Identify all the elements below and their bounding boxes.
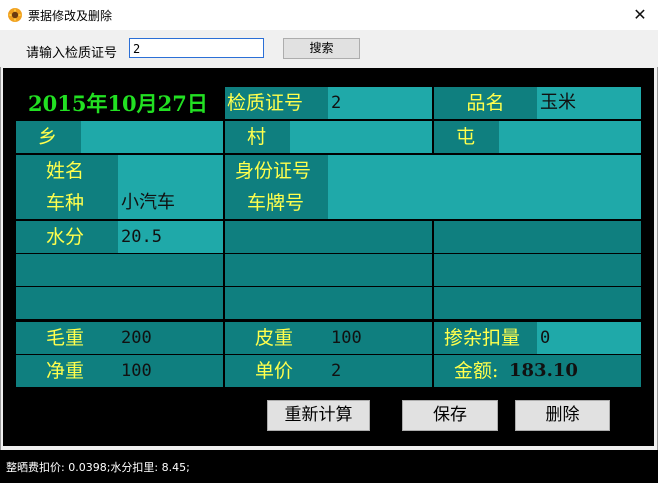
status-text: 整晒费扣价: 0.0398;水分扣里: 8.45; <box>6 461 190 474</box>
plate-label: 车牌号 <box>225 187 328 219</box>
search-button[interactable]: 搜索 <box>283 38 360 59</box>
impurity-deduction-label: 掺杂扣量 <box>434 322 537 354</box>
impurity-deduction-value[interactable]: 0 <box>537 322 641 354</box>
save-button[interactable]: 保存 <box>402 400 498 431</box>
delete-button[interactable]: 删除 <box>515 400 610 431</box>
township-value[interactable] <box>81 121 223 153</box>
tare-weight-label: 皮重 <box>225 322 328 354</box>
amount-label: 金额: <box>434 355 506 387</box>
vehicle-value[interactable]: 小汽车 <box>118 187 223 219</box>
status-bar: 整晒费扣价: 0.0398;水分扣里: 8.45; <box>0 450 658 483</box>
search-input[interactable]: 2 <box>129 38 264 58</box>
amount-value: 183.10 <box>506 355 641 387</box>
net-weight-value: 100 <box>118 355 223 387</box>
cert-label: 检质证号 <box>225 87 328 119</box>
township-label: 乡 <box>16 121 81 153</box>
app-icon <box>8 8 22 22</box>
empty-cell <box>434 287 641 319</box>
empty-cell <box>16 254 223 286</box>
gross-weight-value: 200 <box>118 322 223 354</box>
net-weight-label: 净重 <box>16 355 118 387</box>
cert-value[interactable]: 2 <box>328 87 432 119</box>
close-button[interactable]: ✕ <box>626 4 654 26</box>
unit-price-value: 2 <box>328 355 432 387</box>
moisture-value[interactable]: 20.5 <box>118 221 223 253</box>
hamlet-value[interactable] <box>499 121 641 153</box>
search-bar: 请输入检质证号 2 搜索 <box>0 30 658 67</box>
empty-cell <box>16 287 223 319</box>
record-date: 2015年10月27日 <box>28 91 208 116</box>
unit-price-label: 单价 <box>225 355 328 387</box>
plate-value[interactable] <box>328 187 641 219</box>
empty-cell <box>434 221 641 253</box>
id-value[interactable] <box>328 155 641 187</box>
moisture-label: 水分 <box>16 221 118 253</box>
product-value[interactable]: 玉米 <box>537 87 641 119</box>
empty-cell <box>225 287 432 319</box>
empty-cell <box>225 254 432 286</box>
vehicle-label: 车种 <box>16 187 118 219</box>
name-value[interactable] <box>118 155 223 187</box>
recalculate-button[interactable]: 重新计算 <box>267 400 370 431</box>
gross-weight-label: 毛重 <box>16 322 118 354</box>
id-label: 身份证号 <box>225 155 328 187</box>
village-value[interactable] <box>290 121 432 153</box>
empty-cell <box>225 221 432 253</box>
village-label: 村 <box>225 121 290 153</box>
name-label: 姓名 <box>16 155 118 187</box>
tare-weight-value: 100 <box>328 322 432 354</box>
empty-cell <box>434 254 641 286</box>
search-label: 请输入检质证号 <box>26 46 118 61</box>
window-border-left <box>0 30 1 483</box>
window-title: 票据修改及删除 <box>28 9 113 23</box>
title-bar: 票据修改及删除 ✕ <box>0 0 658 31</box>
hamlet-label: 屯 <box>434 121 499 153</box>
product-label: 品名 <box>434 87 537 119</box>
